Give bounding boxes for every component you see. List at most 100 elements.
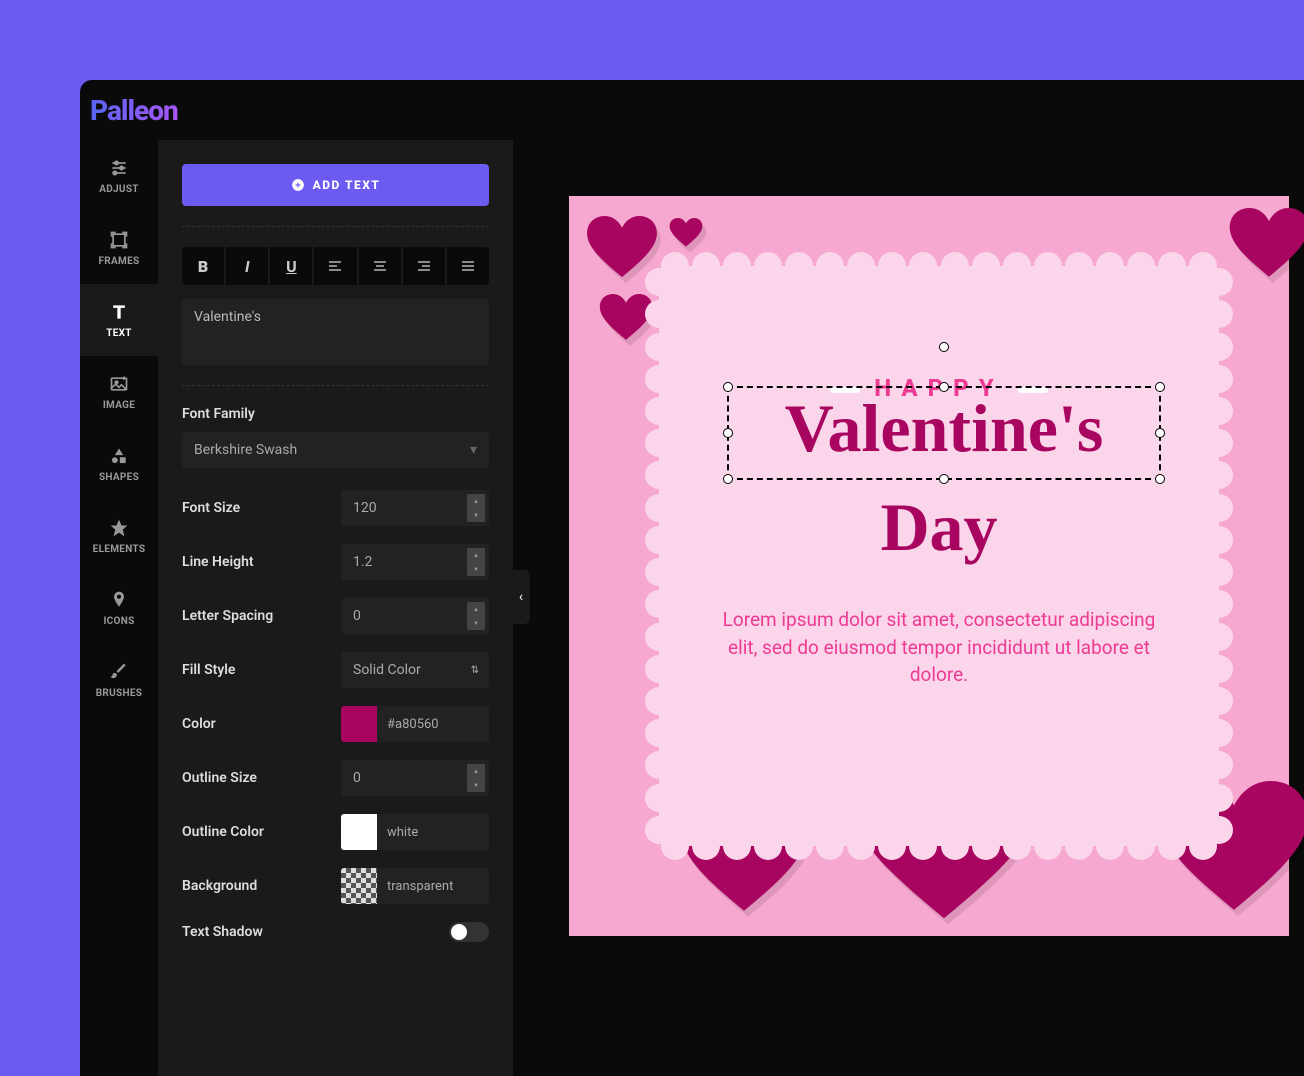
- nav-adjust[interactable]: ADJUST: [80, 140, 158, 212]
- nav-frames[interactable]: FRAMES: [80, 212, 158, 284]
- color-swatch[interactable]: [341, 706, 377, 742]
- italic-button[interactable]: I: [226, 247, 268, 285]
- outline-size-label: Outline Size: [182, 770, 341, 786]
- font-family-label: Font Family: [182, 406, 489, 422]
- stepper-icon[interactable]: ▲▼: [467, 764, 485, 792]
- stepper-icon[interactable]: ▲▼: [467, 548, 485, 576]
- align-left-icon: [327, 258, 343, 274]
- text-content-input[interactable]: Valentine's: [182, 299, 489, 365]
- image-icon: [109, 374, 129, 394]
- nav-label: IMAGE: [103, 400, 135, 411]
- italic-icon: I: [245, 257, 250, 276]
- nav-label: BRUSHES: [96, 688, 142, 699]
- frame-icon: [109, 230, 129, 250]
- align-left-button[interactable]: [314, 247, 356, 285]
- scallop-edge: [659, 252, 1219, 280]
- resize-handle-mr[interactable]: [1155, 428, 1165, 438]
- font-size-label: Font Size: [182, 500, 341, 516]
- underline-button[interactable]: U: [270, 247, 312, 285]
- background-value: transparent: [377, 868, 489, 904]
- bold-icon: B: [198, 257, 208, 276]
- outline-color-picker[interactable]: white: [341, 814, 489, 850]
- resize-handle-br[interactable]: [1155, 474, 1165, 484]
- nav-label: FRAMES: [99, 256, 140, 267]
- add-text-button[interactable]: ADD TEXT: [182, 164, 489, 206]
- sliders-icon: [109, 158, 129, 178]
- line-height-label: Line Height: [182, 554, 341, 570]
- heart-decoration: [669, 218, 703, 248]
- stepper-icon[interactable]: ▲▼: [467, 602, 485, 630]
- app-window: Palleon ADJUST FRAMES TEXT IMAGE: [80, 80, 1304, 1076]
- nav-shapes[interactable]: SHAPES: [80, 428, 158, 500]
- canvas-workspace: HAPPY Valentine's Day Lorem ipsum dolor …: [513, 140, 1304, 1076]
- text-shadow-label: Text Shadow: [182, 924, 449, 940]
- color-picker[interactable]: #a80560: [341, 706, 489, 742]
- align-right-button[interactable]: [403, 247, 445, 285]
- nav-label: ICONS: [103, 616, 134, 627]
- divider: [182, 385, 489, 386]
- add-text-label: ADD TEXT: [313, 178, 381, 192]
- stepper-icon[interactable]: ▲▼: [467, 494, 485, 522]
- main-layout: ADJUST FRAMES TEXT IMAGE SHAPES ELEMENTS: [80, 140, 1304, 1076]
- chevron-left-icon: ‹: [519, 589, 523, 605]
- letter-spacing-label: Letter Spacing: [182, 608, 341, 624]
- shapes-icon: [109, 446, 129, 466]
- resize-handle-tl[interactable]: [723, 382, 733, 392]
- resize-handle-tm[interactable]: [939, 382, 949, 392]
- underline-icon: U: [286, 257, 297, 276]
- align-justify-button[interactable]: [447, 247, 489, 285]
- design-canvas[interactable]: HAPPY Valentine's Day Lorem ipsum dolor …: [569, 196, 1289, 936]
- color-value: #a80560: [377, 706, 489, 742]
- align-right-icon: [416, 258, 432, 274]
- nav-image[interactable]: IMAGE: [80, 356, 158, 428]
- heart-decoration: [1229, 208, 1304, 280]
- resize-handle-bl[interactable]: [723, 474, 733, 484]
- star-icon: [109, 518, 129, 538]
- scallop-edge: [659, 832, 1219, 860]
- brand-logo: Palleon: [90, 94, 178, 127]
- nav-text[interactable]: TEXT: [80, 284, 158, 356]
- fill-style-label: Fill Style: [182, 662, 341, 678]
- resize-handle-tr[interactable]: [1155, 382, 1165, 392]
- app-header: Palleon: [80, 80, 1304, 140]
- align-justify-icon: [460, 258, 476, 274]
- body-text[interactable]: Lorem ipsum dolor sit amet, consectetur …: [709, 606, 1169, 689]
- outline-color-swatch[interactable]: [341, 814, 377, 850]
- nav-elements[interactable]: ELEMENTS: [80, 500, 158, 572]
- outline-color-label: Outline Color: [182, 824, 341, 840]
- background-label: Background: [182, 878, 341, 894]
- outline-color-value: white: [377, 814, 489, 850]
- font-family-select[interactable]: Berkshire Swash: [182, 432, 489, 468]
- day-text[interactable]: Day: [659, 488, 1219, 567]
- nav-label: ADJUST: [99, 184, 139, 195]
- plus-circle-icon: [291, 178, 305, 192]
- text-shadow-toggle[interactable]: [449, 922, 489, 942]
- nav-label: ELEMENTS: [93, 544, 146, 555]
- color-label: Color: [182, 716, 341, 732]
- background-swatch[interactable]: [341, 868, 377, 904]
- card-frame: HAPPY Valentine's Day Lorem ipsum dolor …: [659, 266, 1219, 846]
- selection-bounding-box[interactable]: [727, 386, 1161, 480]
- text-properties-panel: ADD TEXT B I U Valentin: [158, 140, 513, 1076]
- align-center-button[interactable]: [359, 247, 401, 285]
- resize-handle-ml[interactable]: [723, 428, 733, 438]
- bold-button[interactable]: B: [182, 247, 224, 285]
- rotate-handle[interactable]: [939, 342, 949, 352]
- background-picker[interactable]: transparent: [341, 868, 489, 904]
- format-toolbar: B I U: [182, 247, 489, 285]
- nav-label: SHAPES: [99, 472, 139, 483]
- panel-collapse-button[interactable]: ‹: [512, 570, 530, 624]
- nav-label: TEXT: [106, 328, 132, 339]
- font-family-value: Berkshire Swash: [194, 442, 297, 458]
- resize-handle-bm[interactable]: [939, 474, 949, 484]
- fill-style-select[interactable]: Solid Color: [341, 652, 489, 688]
- nav-brushes[interactable]: BRUSHES: [80, 644, 158, 716]
- text-icon: [109, 302, 129, 322]
- tool-sidebar: ADJUST FRAMES TEXT IMAGE SHAPES ELEMENTS: [80, 140, 158, 1076]
- nav-icons[interactable]: ICONS: [80, 572, 158, 644]
- brush-icon: [109, 662, 129, 682]
- align-center-icon: [372, 258, 388, 274]
- fill-style-value: Solid Color: [353, 662, 421, 678]
- divider: [182, 226, 489, 227]
- pin-icon: [109, 590, 129, 610]
